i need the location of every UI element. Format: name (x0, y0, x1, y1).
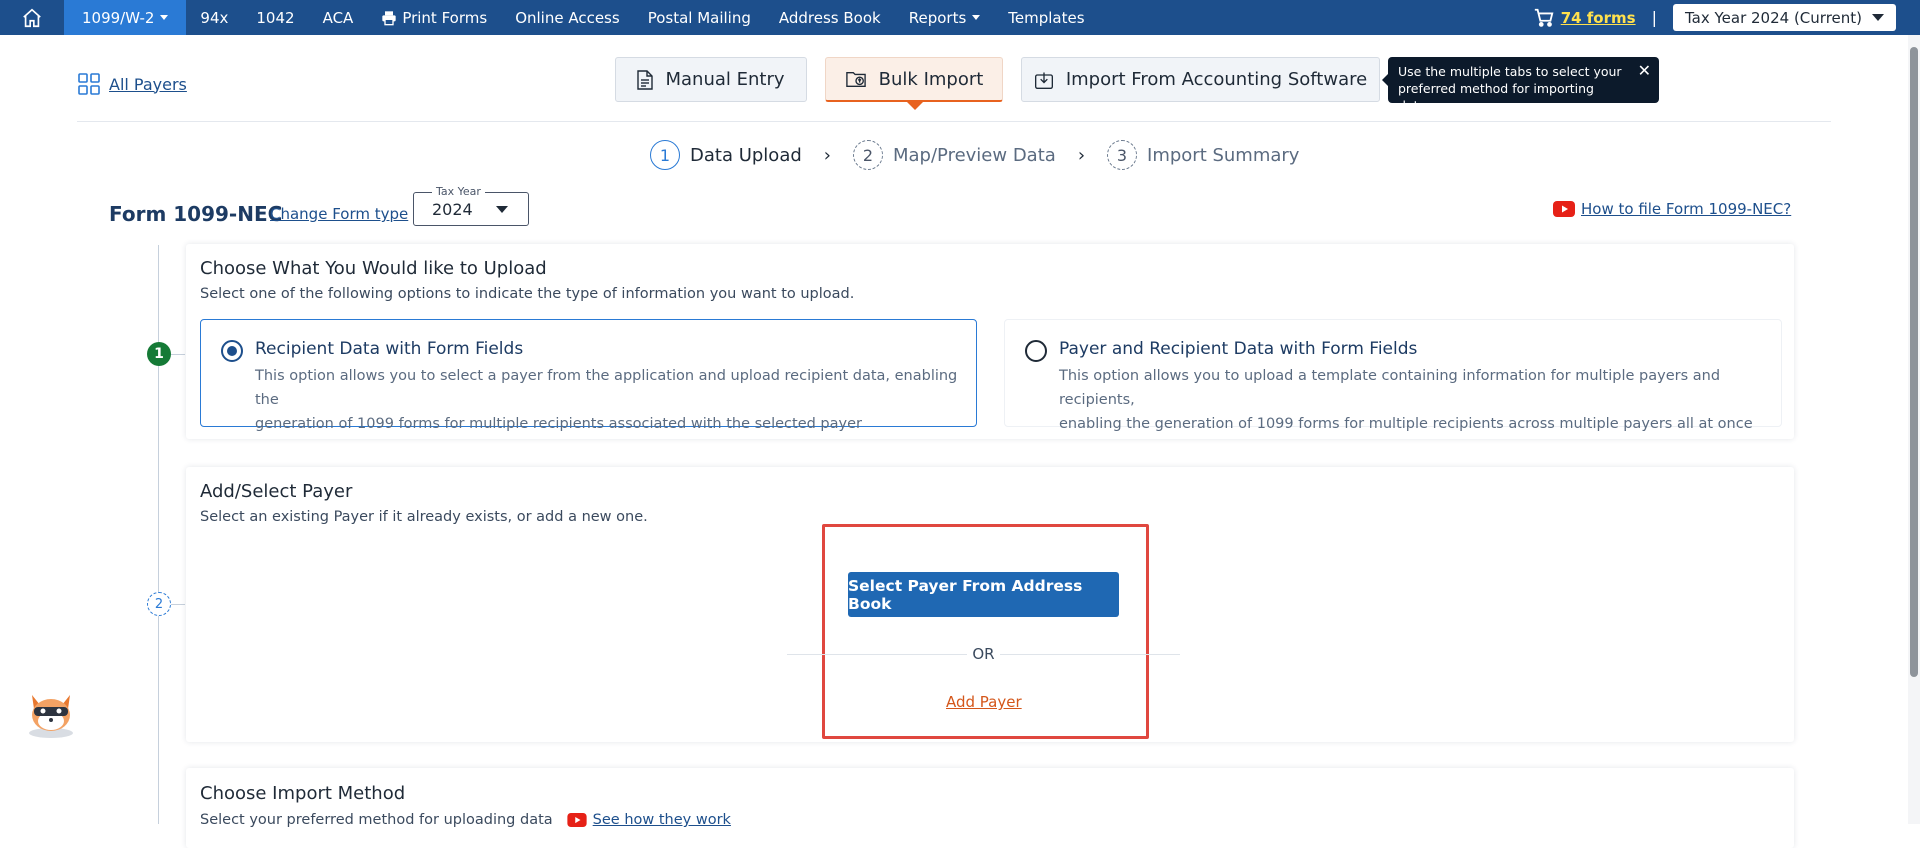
chevron-right-icon: › (823, 144, 831, 166)
form-title: Form 1099-NEC (109, 202, 283, 226)
option-title: Recipient Data with Form Fields (255, 339, 524, 359)
nav-reports[interactable]: Reports (895, 0, 995, 35)
step-import-summary: 3 Import Summary (1107, 140, 1299, 170)
nav-templates[interactable]: Templates (994, 0, 1098, 35)
nav-print-forms[interactable]: Print Forms (367, 0, 501, 35)
section-title: Choose Import Method (200, 783, 406, 804)
timeline-connector (171, 354, 185, 355)
nav-right: 74 forms | Tax Year 2024 (Current) (1533, 0, 1920, 35)
grid-icon (78, 73, 100, 95)
divider (787, 654, 967, 655)
step-data-upload: 1 Data Upload (650, 140, 802, 170)
radio-unselected[interactable] (1025, 340, 1047, 362)
chevron-right-icon: › (1077, 144, 1086, 166)
all-payers-label[interactable]: All Payers (109, 75, 187, 94)
import-tabs-tooltip: Use the multiple tabs to select your pre… (1388, 57, 1659, 113)
nav-address-book[interactable]: Address Book (765, 0, 895, 35)
radio-selected[interactable] (221, 340, 243, 362)
or-separator: OR (972, 645, 995, 663)
tax-year-select[interactable]: Tax Year 2024 (413, 185, 529, 226)
chevron-down-icon (496, 206, 508, 213)
home-button[interactable] (0, 0, 64, 35)
upload-choice-card: Choose What You Would like to Upload Sel… (186, 244, 1794, 439)
nav-postal-mailing[interactable]: Postal Mailing (634, 0, 765, 35)
tax-year-dropdown[interactable]: Tax Year 2024 (Current) (1672, 4, 1896, 31)
document-icon (637, 69, 654, 90)
timeline-connector (171, 604, 185, 605)
tab-manual-entry[interactable]: Manual Entry (615, 57, 807, 102)
all-payers-link[interactable]: All Payers (77, 72, 187, 96)
change-form-type-link[interactable]: Change Form type (270, 205, 408, 223)
timeline-line (158, 245, 159, 824)
option-description: This option allows you to select a payer… (255, 368, 958, 432)
option-payer-recipient-data[interactable]: Payer and Recipient Data with Form Field… (1004, 319, 1782, 432)
select-payer-button[interactable]: Select Payer From Address Book (848, 572, 1119, 617)
close-icon[interactable]: ✕ (1638, 62, 1651, 79)
tab-bulk-import[interactable]: Bulk Import (825, 57, 1003, 102)
section-subtitle: Select an existing Payer if it already e… (200, 509, 648, 525)
download-box-icon (1034, 72, 1053, 89)
how-to-file-label[interactable]: How to file Form 1099-NEC? (1581, 200, 1791, 218)
scrollbar[interactable] (1908, 35, 1920, 824)
option-description: This option allows you to upload a templ… (1059, 368, 1753, 432)
assistant-mascot-icon[interactable] (22, 683, 80, 741)
nav-94x[interactable]: 94x (186, 0, 242, 35)
youtube-icon (567, 813, 587, 827)
tax-year-value: 2024 (432, 200, 473, 219)
cart-icon[interactable] (1533, 7, 1555, 29)
divider (1000, 654, 1180, 655)
timeline-step-1: 1 (147, 342, 171, 366)
divider (77, 121, 1831, 122)
printer-icon (382, 10, 396, 25)
nav-1099-w2[interactable]: 1099/W-2 (64, 0, 187, 35)
add-payer-link[interactable]: Add Payer (946, 693, 1022, 711)
import-method-card: Choose Import Method Select your preferr… (186, 768, 1794, 848)
tax-year-caption: Tax Year (432, 185, 485, 198)
nav-aca[interactable]: ACA (309, 0, 368, 35)
chevron-down-icon (972, 15, 981, 20)
tab-import-accounting[interactable]: Import From Accounting Software (1021, 57, 1380, 102)
option-recipient-data[interactable]: Recipient Data with Form Fields This opt… (200, 319, 977, 432)
chevron-down-icon (160, 15, 169, 20)
active-tab-pointer (906, 101, 924, 110)
folder-upload-icon (845, 71, 866, 87)
cart-count-link[interactable]: 74 forms (1561, 9, 1636, 27)
nav-separator: | (1651, 8, 1657, 27)
section-subtitle: Select your preferred method for uploadi… (200, 812, 553, 828)
option-title: Payer and Recipient Data with Form Field… (1059, 339, 1418, 359)
step-map-preview: 2 Map/Preview Data (852, 140, 1056, 170)
section-title: Choose What You Would like to Upload (200, 258, 547, 279)
top-nav: 1099/W-2 94x 1042 ACA Print Forms Online… (0, 0, 1920, 35)
youtube-icon (1553, 201, 1575, 217)
see-how-link[interactable]: See how they work (593, 812, 731, 828)
how-to-file-link[interactable]: How to file Form 1099-NEC? (1553, 200, 1791, 218)
nav-online-access[interactable]: Online Access (501, 0, 634, 35)
timeline-step-2: 2 (147, 592, 171, 616)
tooltip-text: Use the multiple tabs to select your pre… (1398, 64, 1622, 113)
section-subtitle: Select one of the following options to i… (200, 286, 855, 302)
section-title: Add/Select Payer (200, 481, 353, 502)
chevron-down-icon (1872, 14, 1884, 21)
import-stepper: 1 Data Upload › 2 Map/Preview Data › 3 I… (650, 140, 1299, 170)
nav-1042[interactable]: 1042 (242, 0, 308, 35)
scrollbar-thumb[interactable] (1910, 47, 1918, 677)
home-icon (23, 8, 41, 27)
section-subtitle-row: Select your preferred method for uploadi… (200, 812, 731, 828)
